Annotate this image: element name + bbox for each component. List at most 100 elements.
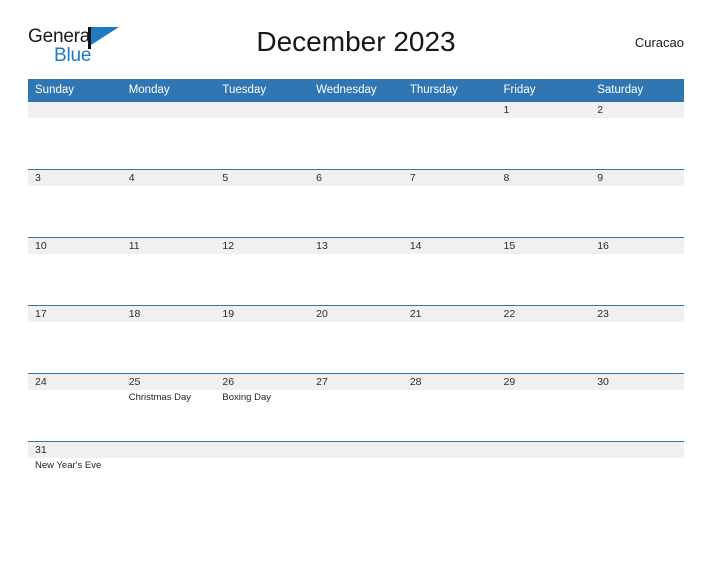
day-events [403,322,497,323]
weekday-header-tuesday: Tuesday [215,79,310,102]
weekday-header-thursday: Thursday [402,79,497,102]
day-cell-11[interactable]: 11 [121,237,216,306]
day-cell-empty [309,441,403,502]
day-events [403,186,497,187]
day-number: 11 [121,238,216,254]
day-events [28,254,122,255]
day-number: 28 [402,374,497,390]
calendar-week-row: 31 New Year's Eve [28,441,684,502]
day-cell-9[interactable]: 9 [590,169,684,238]
day-cell-12[interactable]: 12 [215,237,310,306]
day-number: 7 [402,170,497,186]
day-cell-30[interactable]: 30 [590,373,684,442]
day-cell-18[interactable]: 18 [121,305,216,374]
day-cell-26[interactable]: 26 Boxing Day [215,373,310,442]
day-cell-21[interactable]: 21 [402,305,497,374]
day-events [590,458,684,459]
day-events [28,118,122,119]
day-events [309,322,403,323]
weekday-header-saturday: Saturday [590,79,684,102]
day-number: 26 [215,374,310,390]
page-title: December 2023 [256,26,456,57]
day-events [122,186,216,187]
day-cell-2[interactable]: 2 [590,101,684,170]
day-number: 13 [309,238,403,254]
day-number: 27 [309,374,403,390]
day-events [497,322,591,323]
day-cell-8[interactable]: 8 [496,169,591,238]
day-cell-27[interactable]: 27 [309,373,403,442]
day-events [215,458,309,459]
day-events [122,118,216,119]
day-cell-16[interactable]: 16 [590,237,684,306]
day-cell-empty [402,101,497,170]
calendar-container: Sunday Monday Tuesday Wednesday Thursday Frid… [28,79,684,502]
day-number: 5 [215,170,310,186]
day-number: 9 [590,170,684,186]
day-cell-7[interactable]: 7 [402,169,497,238]
day-events [215,118,309,119]
day-number [590,442,684,458]
day-cell-5[interactable]: 5 [215,169,310,238]
day-cell-25[interactable]: 25 Christmas Day [121,373,216,442]
day-events [122,322,216,323]
day-events [28,390,122,391]
calendar-week-row: 17 18 19 20 21 22 23 [28,305,684,374]
day-cell-1[interactable]: 1 [496,101,591,170]
day-cell-empty [215,441,310,502]
calendar-header-row-group: Sunday Monday Tuesday Wednesday Thursday Frid… [28,79,684,102]
day-cell-14[interactable]: 14 [402,237,497,306]
day-events [590,254,684,255]
weekday-header-monday: Monday [121,79,216,102]
day-cell-28[interactable]: 28 [402,373,497,442]
day-number: 3 [28,170,122,186]
day-cell-29[interactable]: 29 [496,373,591,442]
day-events [403,254,497,255]
day-cell-31[interactable]: 31 New Year's Eve [28,441,122,502]
day-events [309,118,403,119]
day-number: 19 [215,306,310,322]
day-number [402,442,497,458]
day-events [590,390,684,391]
day-number: 31 [28,442,122,458]
calendar-week-row: 24 25 Christmas Day 26 Boxing Day 27 28 29 30 [28,373,684,442]
day-number: 12 [215,238,310,254]
day-number: 15 [496,238,591,254]
day-cell-24[interactable]: 24 [28,373,122,442]
day-number: 18 [121,306,216,322]
day-cell-3[interactable]: 3 [28,169,122,238]
calendar-week-row: 3456789 [28,169,684,238]
day-events: New Year's Eve [28,458,122,472]
day-events [28,322,122,323]
day-events [497,254,591,255]
day-number [309,102,403,118]
day-cell-19[interactable]: 19 [215,305,310,374]
day-number: 16 [590,238,684,254]
day-cell-4[interactable]: 4 [121,169,216,238]
calendar-body: 1 2 3 4 5 6 7 8 9 10 11 12 13 14 15 16 17 18 19 20 21 22 23 24 2… [28,101,684,502]
holiday-event: Christmas Day [128,392,191,403]
day-cell-empty [121,441,216,502]
weekday-header-wednesday: Wednesday [309,79,403,102]
day-cell-empty [309,101,403,170]
day-number [496,442,591,458]
day-cell-13[interactable]: 13 [309,237,403,306]
day-cell-15[interactable]: 15 [496,237,591,306]
day-cell-23[interactable]: 23 [590,305,684,374]
day-events: Christmas Day [122,390,216,404]
day-number [121,102,216,118]
day-number: 23 [590,306,684,322]
day-cell-17[interactable]: 17 [28,305,122,374]
day-cell-empty [590,441,684,502]
day-events [403,458,497,459]
day-cell-22[interactable]: 22 [496,305,591,374]
day-cell-10[interactable]: 10 [28,237,122,306]
day-number: 6 [309,170,403,186]
day-events [28,186,122,187]
day-number: 20 [309,306,403,322]
day-number: 24 [28,374,122,390]
day-cell-6[interactable]: 6 [309,169,403,238]
day-number: 4 [121,170,216,186]
day-cell-20[interactable]: 20 [309,305,403,374]
day-events [497,118,591,119]
